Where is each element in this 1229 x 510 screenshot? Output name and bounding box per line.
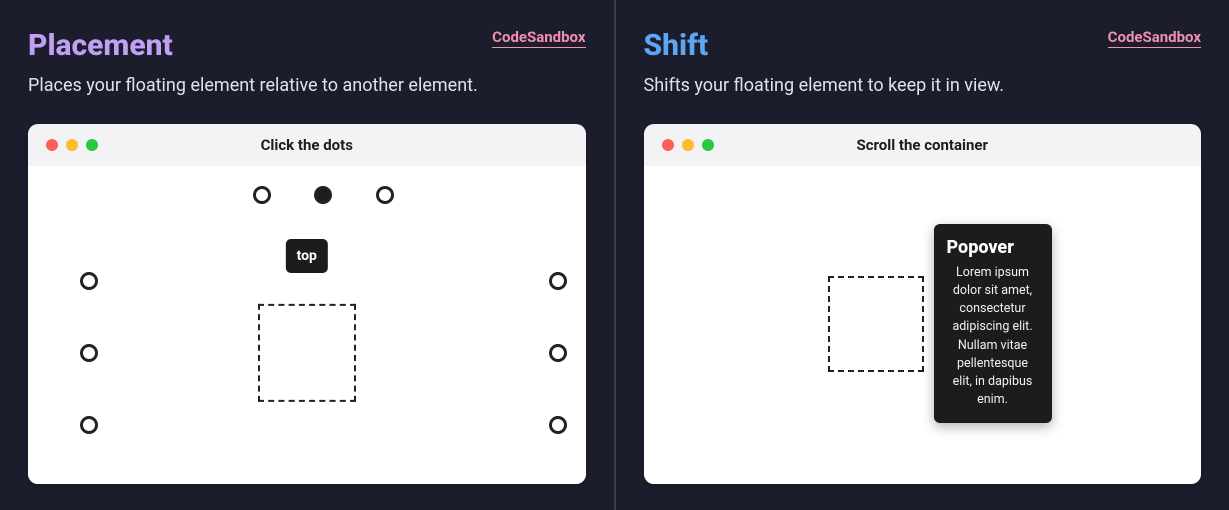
shift-header: Shift CodeSandbox xyxy=(644,28,1202,63)
chrome-header-placement: Click the dots xyxy=(28,124,586,166)
placement-header: Placement CodeSandbox xyxy=(28,28,586,63)
traffic-light-yellow-icon xyxy=(682,139,694,151)
shift-chrome-title: Scroll the container xyxy=(644,136,1202,154)
shift-title: Shift xyxy=(644,28,709,63)
reference-box-icon xyxy=(828,276,924,372)
dot-right-start[interactable] xyxy=(549,272,567,290)
dot-top[interactable] xyxy=(314,186,332,204)
shift-inner: Popover Lorem ipsum dolor sit amet, cons… xyxy=(644,166,1202,484)
placement-chrome-title: Click the dots xyxy=(28,136,586,154)
popover-title: Popover xyxy=(947,237,1039,258)
codesandbox-link-shift[interactable]: CodeSandbox xyxy=(1108,28,1201,48)
placement-title: Placement xyxy=(28,28,173,63)
traffic-light-green-icon xyxy=(702,139,714,151)
dot-left[interactable] xyxy=(80,344,98,362)
popover-body: Lorem ipsum dolor sit amet, consectetur … xyxy=(947,264,1039,409)
placement-subtitle: Places your floating element relative to… xyxy=(28,75,586,96)
dot-top-start[interactable] xyxy=(253,186,271,204)
dot-top-end[interactable] xyxy=(376,186,394,204)
traffic-light-green-icon xyxy=(86,139,98,151)
dot-right-end[interactable] xyxy=(549,416,567,434)
reference-box-icon xyxy=(258,304,356,402)
placement-panel: Placement CodeSandbox Places your floati… xyxy=(0,0,616,510)
traffic-light-red-icon xyxy=(662,139,674,151)
shift-chrome: Scroll the container Popover Lorem ipsum… xyxy=(644,124,1202,484)
dot-left-start[interactable] xyxy=(80,272,98,290)
shift-subtitle: Shifts your floating element to keep it … xyxy=(644,75,1202,96)
dot-right[interactable] xyxy=(549,344,567,362)
popover: Popover Lorem ipsum dolor sit amet, cons… xyxy=(934,224,1052,423)
traffic-light-red-icon xyxy=(46,139,58,151)
placement-tooltip: top xyxy=(286,239,328,273)
codesandbox-link-placement[interactable]: CodeSandbox xyxy=(492,28,585,48)
placement-chrome: Click the dots top xyxy=(28,124,586,484)
dot-left-end[interactable] xyxy=(80,416,98,434)
shift-panel: Shift CodeSandbox Shifts your floating e… xyxy=(616,0,1229,510)
traffic-light-yellow-icon xyxy=(66,139,78,151)
placement-area: top xyxy=(28,166,586,484)
shift-scroll-container[interactable]: Popover Lorem ipsum dolor sit amet, cons… xyxy=(644,166,1202,484)
chrome-header-shift: Scroll the container xyxy=(644,124,1202,166)
shift-body: Popover Lorem ipsum dolor sit amet, cons… xyxy=(644,166,1202,484)
